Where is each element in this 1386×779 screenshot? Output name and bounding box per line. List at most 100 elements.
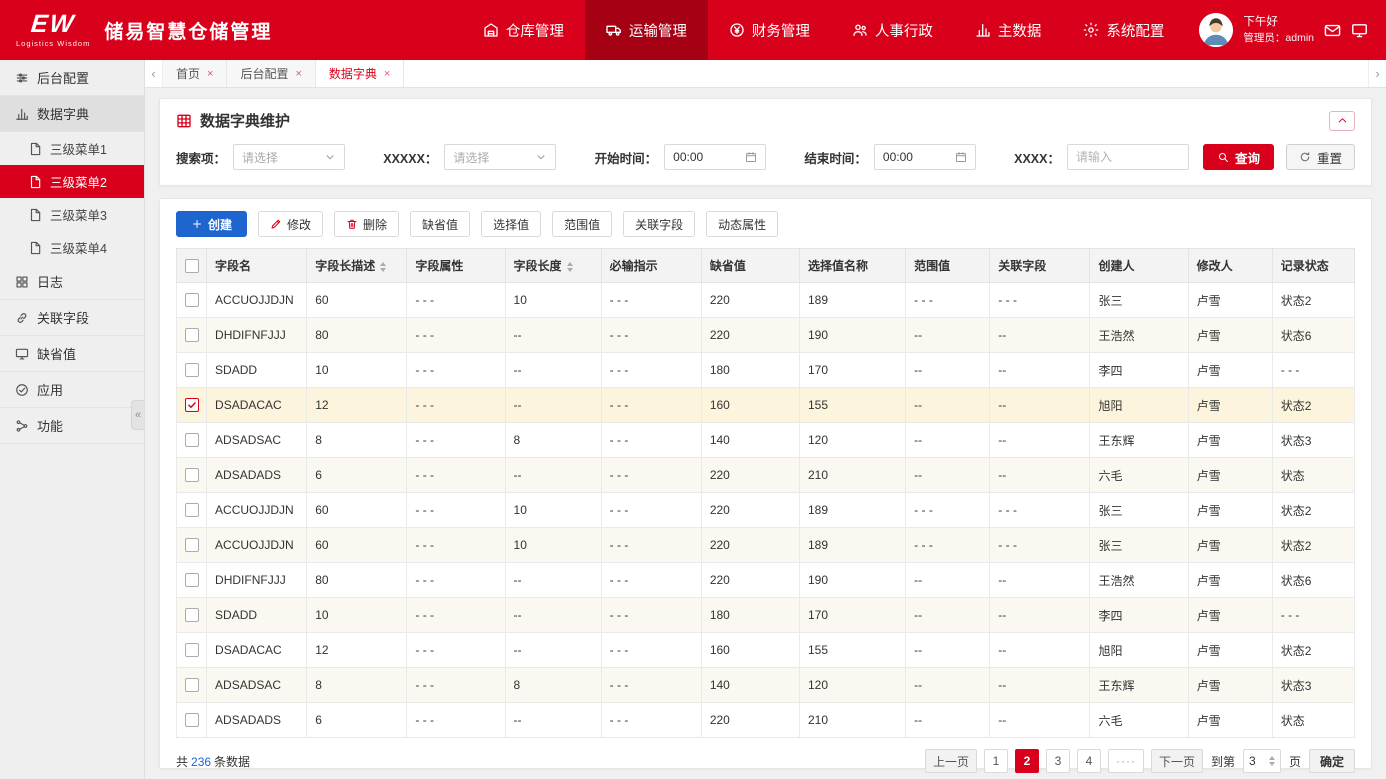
nav-item[interactable]: 人事行政 [831,0,954,60]
tabs-scroll-right-icon[interactable]: › [1368,60,1386,87]
next-page-button[interactable]: 下一页 [1151,749,1203,773]
toolbar-button[interactable]: 动态属性 [706,211,778,237]
tabbar: ‹ 首页×后台配置×数据字典× › [145,60,1386,88]
table-row[interactable]: ACCUOJJDJN60- - -10- - -220189- - -- - -… [177,493,1355,528]
monitor-icon[interactable] [1351,22,1368,39]
reset-button[interactable]: 重置 [1286,144,1355,170]
column-label: 字段名 [215,259,251,273]
stepper-arrows-icon[interactable] [1269,756,1275,766]
cell: 160 [701,388,799,423]
page-button[interactable]: 1 [984,749,1008,773]
sidebar-item[interactable]: 三级菜单4 [0,231,144,264]
table-row[interactable]: SDADD10- - ---- - -180170----李四卢雪- - - [177,598,1355,633]
nav-item[interactable]: 运输管理 [585,0,708,60]
tab-close-icon[interactable]: × [207,68,213,80]
time-input[interactable]: 00:00 [874,144,976,170]
header-cell: 字段属性 [407,249,505,283]
row-checkbox[interactable] [185,643,199,657]
sidebar-collapse-handle[interactable]: « [131,400,144,430]
sidebar-item[interactable]: 三级菜单3 [0,198,144,231]
table-row[interactable]: ADSADSAC8- - -8- - -140120----王东辉卢雪状态3 [177,668,1355,703]
table-row[interactable]: ADSADADS6- - ---- - -220210----六毛卢雪状态 [177,458,1355,493]
row-checkbox[interactable] [185,573,199,587]
nav-item[interactable]: 财务管理 [708,0,831,60]
tab-close-icon[interactable]: × [384,68,390,80]
cell: -- [906,598,990,633]
table-row[interactable]: DHDIFNFJJJ80- - ---- - -220190----王浩然卢雪状… [177,563,1355,598]
table-row[interactable]: ADSADSAC8- - -8- - -140120----王东辉卢雪状态3 [177,423,1355,458]
tab[interactable]: 数据字典× [316,60,404,87]
time-input[interactable]: 00:00 [664,144,766,170]
sort-icon[interactable] [567,262,573,272]
sidebar-item[interactable]: 缺省值 [0,336,144,372]
tab[interactable]: 后台配置× [227,60,315,87]
table-row[interactable]: DSADACAC12- - ---- - -160155----旭阳卢雪状态2 [177,633,1355,668]
query-button[interactable]: 查询 [1203,144,1274,170]
select-input[interactable]: 请选择 [233,144,345,170]
goto-page-stepper[interactable]: 3 [1243,749,1281,773]
nav-item[interactable]: 系统配置 [1062,0,1185,60]
header-cell: 选择值名称 [799,249,905,283]
sort-icon[interactable] [380,262,386,272]
toolbar-button[interactable]: 创建 [176,211,247,237]
tabs-scroll-left-icon[interactable]: ‹ [145,60,163,87]
row-checkbox[interactable] [185,328,199,342]
cell: 张三 [1090,283,1188,318]
row-checkbox[interactable] [185,503,199,517]
sidebar-item[interactable]: 三级菜单2 [0,165,144,198]
row-checkbox[interactable] [185,293,199,307]
tab-close-icon[interactable]: × [295,68,301,80]
panel-collapse-button[interactable] [1329,111,1355,131]
row-checkbox[interactable] [185,713,199,727]
toolbar-button[interactable]: 删除 [334,211,399,237]
toolbar-button[interactable]: 关联字段 [623,211,695,237]
prev-page-button[interactable]: 上一页 [925,749,977,773]
row-checkbox[interactable] [185,608,199,622]
sidebar-item[interactable]: 数据字典 [0,96,144,132]
sidebar-item[interactable]: 应用 [0,372,144,408]
page-button[interactable]: 3 [1046,749,1070,773]
header-cell: 缺省值 [701,249,799,283]
table-row[interactable]: DHDIFNFJJJ80- - ---- - -220190----王浩然卢雪状… [177,318,1355,353]
row-checkbox[interactable] [185,398,199,412]
sidebar-item[interactable]: 后台配置 [0,60,144,96]
text-input[interactable] [1067,144,1189,170]
cell: 10 [307,353,407,388]
cell: 190 [799,318,905,353]
goto-confirm-button[interactable]: 确定 [1309,749,1355,773]
cell: 189 [799,528,905,563]
row-checkbox[interactable] [185,538,199,552]
page-button[interactable]: 2 [1015,749,1039,773]
select-value: 请选择 [242,149,278,166]
nav-item[interactable]: 仓库管理 [462,0,585,60]
table-row[interactable]: SDADD10- - ---- - -180170----李四卢雪- - - [177,353,1355,388]
cell: - - - [906,493,990,528]
toolbar-button[interactable]: 修改 [258,211,323,237]
table-row[interactable]: ADSADADS6- - ---- - -220210----六毛卢雪状态 [177,703,1355,738]
sidebar-item[interactable]: 日志 [0,264,144,300]
table-row[interactable]: DSADACAC12- - ---- - -160155----旭阳卢雪状态2 [177,388,1355,423]
toolbar-button[interactable]: 范围值 [552,211,612,237]
select-input[interactable]: 请选择 [444,144,556,170]
row-checkbox[interactable] [185,468,199,482]
page-button[interactable]: 4 [1077,749,1101,773]
row-checkbox[interactable] [185,433,199,447]
row-checkbox[interactable] [185,678,199,692]
sidebar-item[interactable]: 功能 [0,408,144,444]
avatar[interactable] [1199,13,1233,47]
select-all-checkbox[interactable] [185,259,199,273]
table-row[interactable]: ACCUOJJDJN60- - -10- - -220189- - -- - -… [177,283,1355,318]
field-label: 开始时间： [595,148,658,167]
table-row[interactable]: ACCUOJJDJN60- - -10- - -220189- - -- - -… [177,528,1355,563]
column-label: 字段属性 [415,259,463,273]
row-checkbox[interactable] [185,363,199,377]
page-ellipsis[interactable]: ···· [1108,749,1144,773]
mail-icon[interactable] [1324,22,1341,39]
toolbar-button[interactable]: 选择值 [481,211,541,237]
tab[interactable]: 首页× [163,60,227,87]
nav-item[interactable]: 主数据 [954,0,1063,60]
sidebar-item[interactable]: 三级菜单1 [0,132,144,165]
sidebar-item[interactable]: 关联字段 [0,300,144,336]
toolbar-button[interactable]: 缺省值 [410,211,470,237]
time-value: 00:00 [883,150,913,164]
